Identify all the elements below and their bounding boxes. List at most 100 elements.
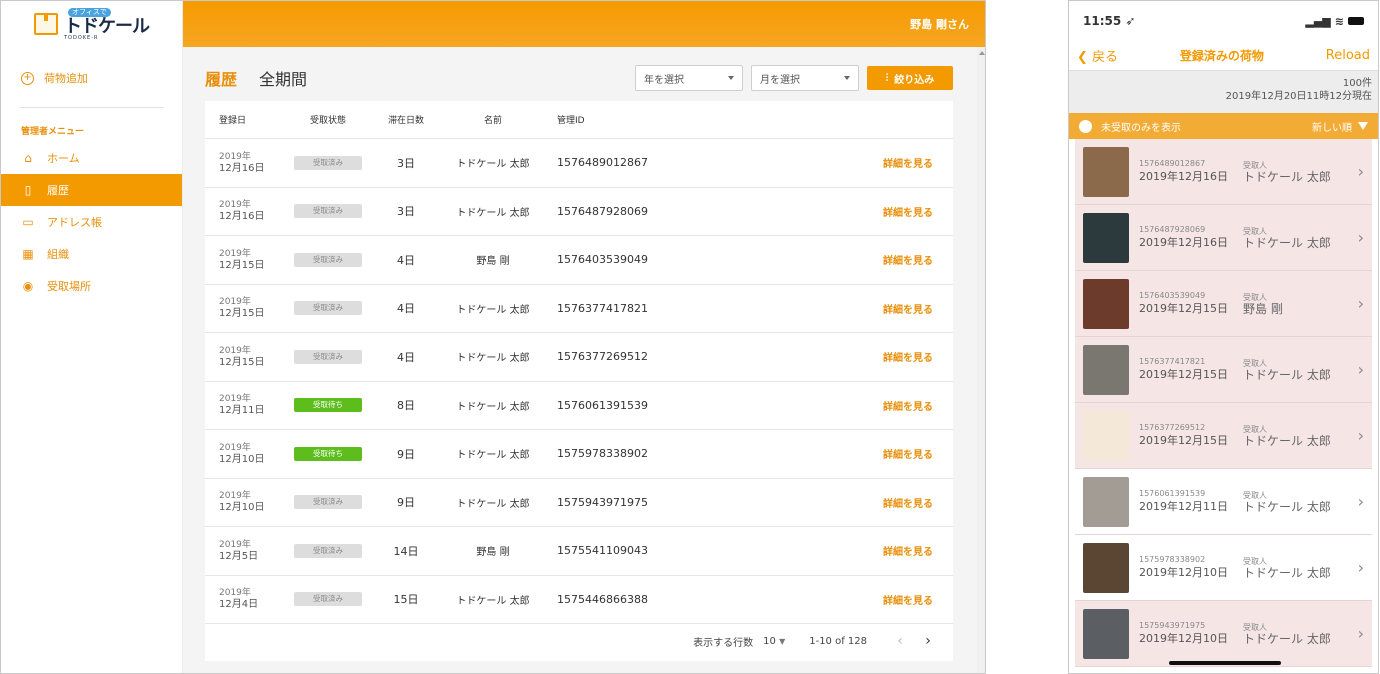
package-list-item[interactable]: 1576061391539 2019年12月11日 受取人 トドケール 太郎 ›: [1075, 469, 1372, 535]
view-details-link[interactable]: 詳細を見る: [883, 159, 933, 170]
package-thumbnail: [1083, 344, 1129, 395]
col-id[interactable]: 管理ID: [545, 113, 745, 126]
wifi-icon: ≋: [1334, 14, 1344, 28]
date-day: 12月15日: [219, 259, 265, 271]
table-row[interactable]: 2019年 12月16日 受取済み 3日 トドケール 太郎 1576489012…: [205, 139, 953, 188]
view-details-link[interactable]: 詳細を見る: [883, 353, 933, 364]
chevron-right-icon: ›: [1357, 162, 1364, 181]
filter-button[interactable]: ⫶ 絞り込み: [867, 66, 953, 90]
view-details-link[interactable]: 詳細を見る: [883, 450, 933, 461]
next-page-icon[interactable]: ›: [919, 633, 937, 649]
package-list-item[interactable]: 1575943971975 2019年12月10日 受取人 トドケール 太郎 ›: [1075, 601, 1372, 667]
package-thumbnail: [1083, 608, 1129, 659]
date-year: 2019年: [219, 491, 251, 502]
home-icon: ⌂: [24, 151, 32, 165]
sidebar-item-organization[interactable]: ▦ 組織: [1, 238, 182, 270]
chevron-right-icon: ›: [1357, 492, 1364, 511]
month-select-label: 月を選択: [760, 74, 800, 86]
location-pin-icon: ◉: [22, 279, 34, 293]
home-indicator[interactable]: [1169, 661, 1281, 665]
view-details-link[interactable]: 詳細を見る: [883, 305, 933, 316]
plus-circle-icon: +: [21, 71, 34, 85]
receiver-label: 受取人: [1243, 160, 1267, 170]
clipboard-icon: ▯: [24, 183, 32, 197]
table-row[interactable]: 2019年 12月10日 受取済み 9日 トドケール 太郎 1575943971…: [205, 479, 953, 527]
add-package-button[interactable]: + 荷物追加: [1, 63, 182, 93]
unreceived-toggle[interactable]: [1079, 119, 1092, 133]
reload-button[interactable]: Reload: [1326, 48, 1370, 63]
rows-per-page-select[interactable]: 10 ▼: [763, 636, 785, 647]
date-day: 12月11日: [219, 405, 265, 417]
view-details-link[interactable]: 詳細を見る: [883, 499, 933, 510]
item-count: 100件: [1342, 78, 1372, 89]
receiver-label: 受取人: [1243, 358, 1267, 368]
receiver-label: 受取人: [1243, 556, 1267, 566]
table-row[interactable]: 2019年 12月15日 受取済み 4日 野島 剛 1576403539049 …: [205, 236, 953, 285]
page-header: 履歴 全期間 年を選択 月を選択 ⫶ 絞り込み: [205, 65, 953, 91]
app-logo[interactable]: オフィスで トドケール TODOKE-R: [1, 1, 182, 47]
package-id: 1576377417821: [1139, 357, 1206, 366]
pagination: 表示する行数 10 ▼ 1-10 of 128 ‹ ›: [205, 624, 953, 658]
id-cell: 1575978338902: [557, 447, 648, 461]
table-row[interactable]: 2019年 12月15日 受取済み 4日 トドケール 太郎 1576377269…: [205, 333, 953, 382]
package-list-item[interactable]: 1576489012867 2019年12月16日 受取人 トドケール 太郎 ›: [1075, 139, 1372, 205]
main-content: 履歴 全期間 年を選択 月を選択 ⫶ 絞り込み 登録日 受取状態 滞在日数 名前…: [183, 47, 985, 673]
registered-date: 2019年 12月11日: [205, 393, 285, 417]
year-select[interactable]: 年を選択: [635, 65, 743, 91]
sidebar-item-address-book[interactable]: ▭ アドレス帳: [1, 206, 182, 238]
month-select[interactable]: 月を選択: [751, 65, 859, 91]
date-year: 2019年: [219, 200, 251, 211]
back-button[interactable]: ❮ 戻る: [1077, 46, 1118, 65]
col-registered[interactable]: 登録日: [205, 113, 285, 126]
sidebar-item-label: アドレス帳: [47, 216, 102, 229]
sidebar-item-home[interactable]: ⌂ ホーム: [1, 142, 182, 174]
prev-page-icon[interactable]: ‹: [891, 633, 909, 649]
receiver-label: 受取人: [1243, 424, 1267, 434]
package-date: 2019年12月15日: [1139, 302, 1228, 315]
sidebar: オフィスで トドケール TODOKE-R + 荷物追加 管理者メニュー ⌂ ホー…: [1, 1, 183, 673]
name-cell: トドケール 太郎: [456, 353, 530, 365]
folder-icon: ▭: [22, 215, 34, 229]
table-row[interactable]: 2019年 12月11日 受取待ち 8日 トドケール 太郎 1576061391…: [205, 382, 953, 430]
date-year: 2019年: [219, 394, 251, 405]
sidebar-divider: [19, 107, 164, 108]
view-details-link[interactable]: 詳細を見る: [883, 402, 933, 413]
table-row[interactable]: 2019年 12月4日 受取済み 15日 トドケール 太郎 1575446866…: [205, 576, 953, 624]
receiver-name: トドケール 太郎: [1243, 235, 1331, 250]
chevron-right-icon: ›: [1357, 294, 1364, 313]
package-list-item[interactable]: 1576487928069 2019年12月16日 受取人 トドケール 太郎 ›: [1075, 205, 1372, 271]
view-details-link[interactable]: 詳細を見る: [883, 256, 933, 267]
package-thumbnail: [1083, 212, 1129, 263]
sidebar-item-history[interactable]: ▯ 履歴: [1, 174, 182, 206]
clock: 11:55 ➶: [1083, 14, 1136, 28]
name-cell: 野島 剛: [476, 256, 510, 268]
sidebar-item-pickup-location[interactable]: ◉ 受取場所: [1, 270, 182, 302]
table-row[interactable]: 2019年 12月10日 受取待ち 9日 トドケール 太郎 1575978338…: [205, 430, 953, 479]
phone-screen: 11:55 ➶ ▂▄▆ ≋ ❮ 戻る 登録済みの荷物 Reload 100件 2…: [1068, 0, 1379, 674]
table-row[interactable]: 2019年 12月15日 受取済み 4日 トドケール 太郎 1576377417…: [205, 285, 953, 333]
table-row[interactable]: 2019年 12月16日 受取済み 3日 トドケール 太郎 1576487928…: [205, 188, 953, 236]
sort-dropdown[interactable]: 新しい順: [1312, 119, 1368, 134]
col-days[interactable]: 滞在日数: [371, 113, 441, 126]
col-name[interactable]: 名前: [441, 113, 545, 126]
registered-date: 2019年 12月10日: [205, 442, 285, 466]
package-list-item[interactable]: 1576403539049 2019年12月15日 受取人 野島 剛 ›: [1075, 271, 1372, 337]
user-name[interactable]: 野島 剛さん: [910, 16, 969, 32]
package-date: 2019年12月15日: [1139, 368, 1228, 381]
period-label: 全期間: [259, 70, 308, 89]
receiver-name: トドケール 太郎: [1243, 565, 1331, 580]
package-list-item[interactable]: 1576377269512 2019年12月15日 受取人 トドケール 太郎 ›: [1075, 403, 1372, 469]
date-day: 12月10日: [219, 453, 265, 465]
chevron-right-icon: ›: [1357, 624, 1364, 643]
scrollbar[interactable]: [977, 47, 985, 673]
name-cell: トドケール 太郎: [456, 401, 530, 413]
view-details-link[interactable]: 詳細を見る: [883, 547, 933, 558]
view-details-link[interactable]: 詳細を見る: [883, 596, 933, 607]
table-row[interactable]: 2019年 12月5日 受取済み 14日 野島 剛 1575541109043 …: [205, 527, 953, 576]
package-list-item[interactable]: 1575978338902 2019年12月10日 受取人 トドケール 太郎 ›: [1075, 535, 1372, 601]
package-date: 2019年12月15日: [1139, 434, 1228, 447]
package-date: 2019年12月10日: [1139, 632, 1228, 645]
view-details-link[interactable]: 詳細を見る: [883, 208, 933, 219]
package-list-item[interactable]: 1576377417821 2019年12月15日 受取人 トドケール 太郎 ›: [1075, 337, 1372, 403]
col-status[interactable]: 受取状態: [285, 113, 371, 126]
